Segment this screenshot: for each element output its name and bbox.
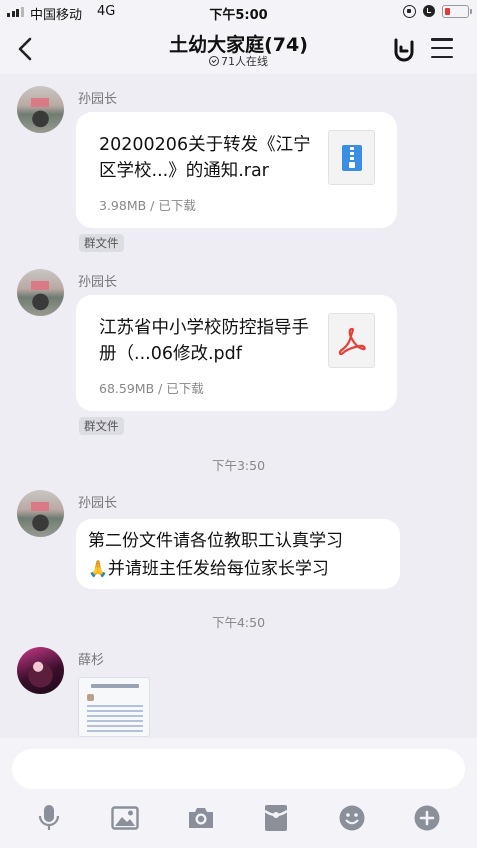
- message-line-2: 🙏并请班主任发给每位家长学习: [88, 555, 388, 583]
- message-input[interactable]: [12, 749, 465, 789]
- file-meta: 68.59MB / 已下载: [99, 381, 204, 396]
- sender-name: 孙园长: [78, 275, 118, 290]
- group-file-tag: 群文件: [79, 234, 124, 252]
- file-name: 江苏省中小学校防控指导手册（...06修改.pdf: [99, 318, 309, 364]
- file-message[interactable]: 20200206关于转发《江宁区学校...》的通知.rar 3.98MB / 已…: [76, 112, 397, 228]
- timestamp: 下午4:50: [211, 615, 266, 630]
- file-message[interactable]: 江苏省中小学校防控指导手册（...06修改.pdf 68.59MB / 已下载: [76, 295, 397, 411]
- pray-emoji-icon: 🙏: [88, 559, 108, 578]
- group-file-tag: 群文件: [79, 417, 124, 435]
- avatar[interactable]: [17, 86, 64, 133]
- text-message[interactable]: 第二份文件请各位教职工认真学习 🙏并请班主任发给每位家长学习: [76, 519, 400, 589]
- online-status-icon: [209, 56, 219, 66]
- rotation-lock-icon: [403, 5, 416, 18]
- message-line-2-text: 并请班主任发给每位家长学习: [107, 559, 329, 579]
- message-line-1: 第二份文件请各位教职工认真学习: [88, 531, 343, 551]
- sender-name: 孙园长: [78, 496, 118, 511]
- menu-icon[interactable]: [431, 38, 453, 58]
- battery-icon: [442, 5, 472, 18]
- file-meta: 3.98MB / 已下载: [99, 198, 196, 213]
- image-thumbnail[interactable]: [78, 677, 150, 737]
- image-icon[interactable]: [109, 802, 141, 834]
- sender-name: 薛杉: [78, 653, 105, 668]
- avatar[interactable]: [17, 269, 64, 316]
- alarm-icon: [423, 5, 435, 17]
- input-area: [0, 738, 477, 848]
- avatar[interactable]: [17, 647, 64, 694]
- rock-hand-icon[interactable]: [390, 35, 418, 63]
- sender-name: 孙园长: [78, 92, 118, 107]
- avatar[interactable]: [17, 490, 64, 537]
- plus-icon[interactable]: [411, 802, 443, 834]
- camera-icon[interactable]: [185, 802, 217, 834]
- pdf-file-icon: [328, 313, 375, 368]
- microphone-icon[interactable]: [33, 802, 65, 834]
- zip-file-icon: [328, 130, 375, 185]
- file-name: 20200206关于转发《江宁区学校...》的通知.rar: [99, 135, 311, 181]
- timestamp: 下午3:50: [211, 458, 266, 473]
- emoji-icon[interactable]: [336, 802, 368, 834]
- online-count-label: 71人在线: [221, 55, 268, 68]
- red-packet-icon[interactable]: [260, 802, 292, 834]
- chat-header: 土幼大家庭(74) 71人在线: [0, 24, 477, 74]
- status-bar: 中国移动 4G 下午5:00: [0, 0, 477, 24]
